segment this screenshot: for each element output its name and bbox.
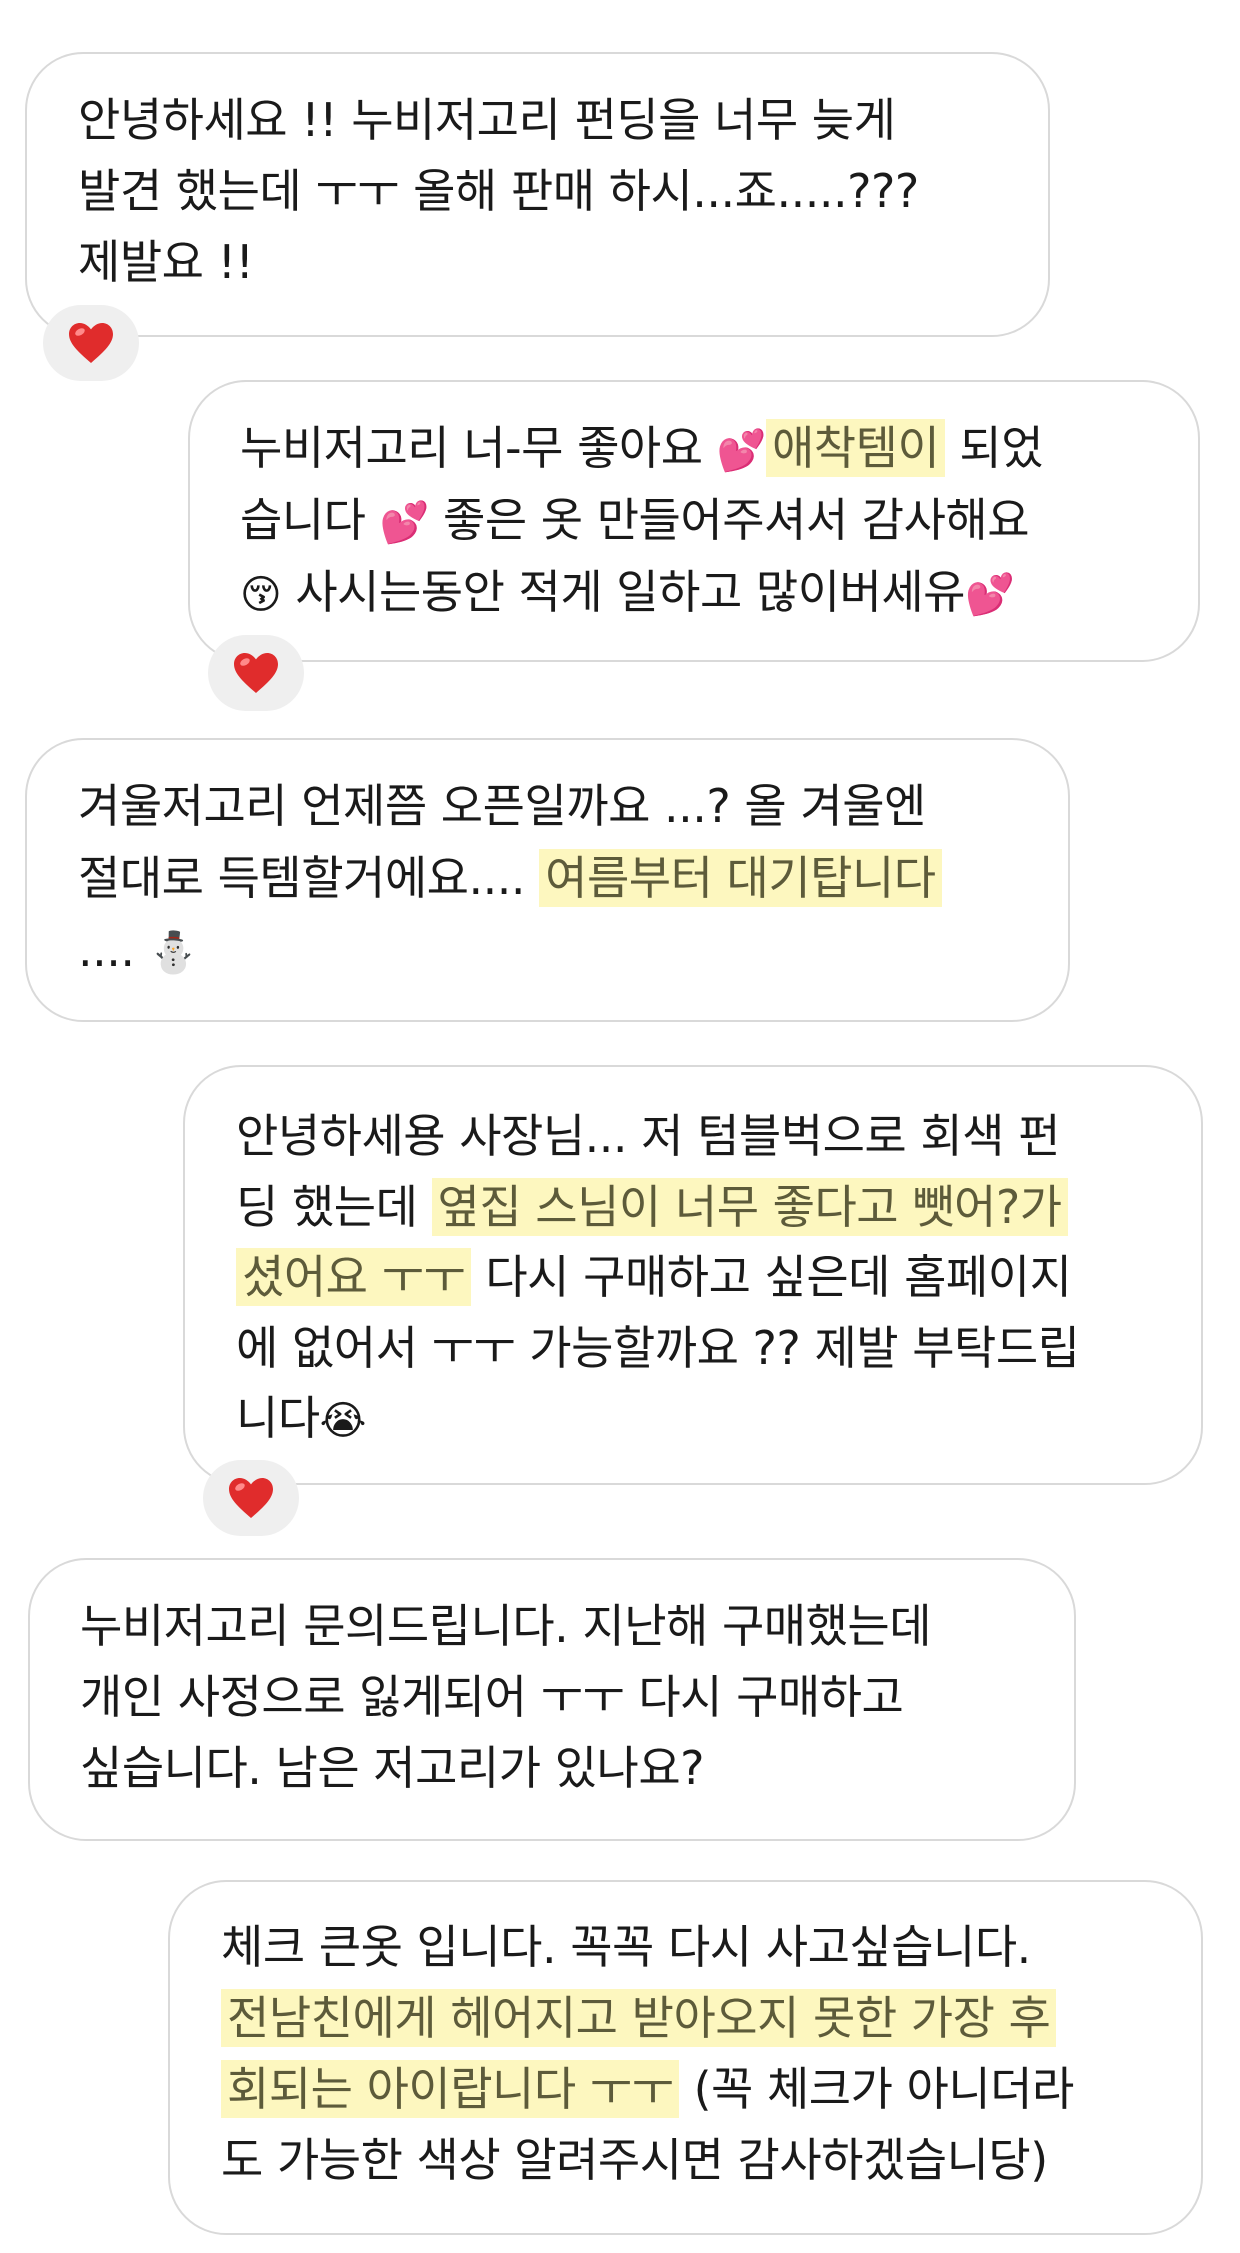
message-text: 안녕하세용 사장님... 저 텀블벅으로 회색 펀	[236, 1109, 1060, 1163]
reaction-badge[interactable]	[43, 305, 139, 381]
message-line: 회되는 아이랍니다 ㅜㅜ (꼭 체크가 아니더라	[221, 2053, 1074, 2125]
emoji: 😭	[319, 1398, 367, 1444]
heart-icon	[69, 323, 113, 363]
highlighted-text: 셨어요 ㅜㅜ	[236, 1248, 472, 1306]
message-line: 제발요 !!	[78, 226, 254, 298]
emoji: 💕	[716, 428, 767, 474]
message-text: 제발요 !!	[78, 235, 254, 289]
heart-icon	[229, 1478, 273, 1518]
heart-icon	[234, 653, 278, 693]
message-text: (꼭 체크가 아니더라	[679, 2062, 1075, 2116]
message-text: 체크 큰옷 입니다. 꼭꼭 다시 사고싶습니다.	[221, 1920, 1031, 1974]
emoji: 💕	[379, 500, 430, 546]
message-text: 싶습니다. 남은 저고리가 있나요?	[80, 1741, 705, 1795]
message-text: 에 없어서 ㅜㅜ 가능할까요 ?? 제발 부탁드립	[236, 1321, 1080, 1375]
message-line: 😚 사시는동안 적게 일하고 많이버세유💕	[240, 556, 1015, 628]
message-line: 에 없어서 ㅜㅜ 가능할까요 ?? 제발 부탁드립	[236, 1312, 1080, 1384]
message-text: 좋은 옷 만들어주셔서 감사해요	[428, 493, 1030, 547]
message-text: ....	[78, 923, 149, 977]
highlighted-text: 전남친에게 헤어지고 받아오지 못한 가장 후	[221, 1989, 1057, 2047]
message-line: 겨울저고리 언제쯤 오픈일까요 ...? 올 겨울엔	[78, 770, 926, 842]
message-line: 개인 사정으로 잃게되어 ㅜㅜ 다시 구매하고	[80, 1661, 904, 1733]
message-text: 니다	[236, 1391, 320, 1445]
message-text: 되었	[945, 421, 1044, 475]
message-text: 안녕하세요 !! 누비저고리 펀딩을 너무 늦게	[78, 93, 896, 147]
message-text: 겨울저고리 언제쯤 오픈일까요 ...? 올 겨울엔	[78, 779, 926, 833]
message-line: 셨어요 ㅜㅜ 다시 구매하고 싶은데 홈페이지	[236, 1241, 1072, 1313]
message-text: 개인 사정으로 잃게되어 ㅜㅜ 다시 구매하고	[80, 1670, 904, 1724]
message-line: 체크 큰옷 입니다. 꼭꼭 다시 사고싶습니다.	[221, 1911, 1031, 1983]
emoji: ⛄	[148, 930, 199, 976]
message-line: 안녕하세용 사장님... 저 텀블벅으로 회색 펀	[236, 1100, 1060, 1172]
message-line: 싶습니다. 남은 저고리가 있나요?	[80, 1732, 705, 1804]
message-line: 누비저고리 너-무 좋아요 💕 애착템이 되었	[240, 412, 1044, 484]
message-text: 딩 했는데	[236, 1180, 432, 1234]
message-line: 발견 했는데 ㅜㅜ 올해 판매 하시...죠.....???	[78, 155, 919, 227]
reaction-badge[interactable]	[208, 635, 304, 711]
message-line: 도 가능한 색상 알려주시면 감사하겠습니당)	[221, 2124, 1048, 2196]
highlighted-text: 옆집 스님이 너무 좋다고 뺏어?가	[431, 1178, 1068, 1236]
message-text: 다시 구매하고 싶은데 홈페이지	[471, 1250, 1072, 1304]
message-line: 습니다 💕 좋은 옷 만들어주셔서 감사해요	[240, 484, 1030, 556]
message-line: 누비저고리 문의드립니다. 지난해 구매했는데	[80, 1590, 932, 1662]
message-text: 습니다	[240, 493, 380, 547]
emoji: 💕	[965, 572, 1015, 618]
message-text: 발견 했는데 ㅜㅜ 올해 판매 하시...죠.....???	[78, 164, 919, 218]
message-line: 딩 했는데 옆집 스님이 너무 좋다고 뺏어?가	[236, 1171, 1068, 1243]
emoji: 😚	[240, 572, 282, 618]
highlighted-text: 회되는 아이랍니다 ㅜㅜ	[221, 2060, 680, 2118]
message-text: 도 가능한 색상 알려주시면 감사하겠습니당)	[221, 2133, 1048, 2187]
message-line: .... ⛄	[78, 914, 198, 986]
message-text: 누비저고리 문의드립니다. 지난해 구매했는데	[80, 1599, 932, 1653]
highlighted-text: 애착템이	[765, 419, 946, 477]
message-line: 안녕하세요 !! 누비저고리 펀딩을 너무 늦게	[78, 84, 896, 156]
reaction-badge[interactable]	[203, 1460, 299, 1536]
message-text: 누비저고리 너-무 좋아요	[240, 421, 717, 475]
message-line: 절대로 득템할거에요.... 여름부터 대기탑니다	[78, 842, 942, 914]
message-text: 사시는동안 적게 일하고 많이버세유	[281, 565, 965, 619]
message-line: 니다😭	[236, 1382, 366, 1454]
message-text: 절대로 득템할거에요....	[78, 851, 540, 905]
message-line: 전남친에게 헤어지고 받아오지 못한 가장 후	[221, 1982, 1057, 2054]
highlighted-text: 여름부터 대기탑니다	[539, 849, 942, 907]
